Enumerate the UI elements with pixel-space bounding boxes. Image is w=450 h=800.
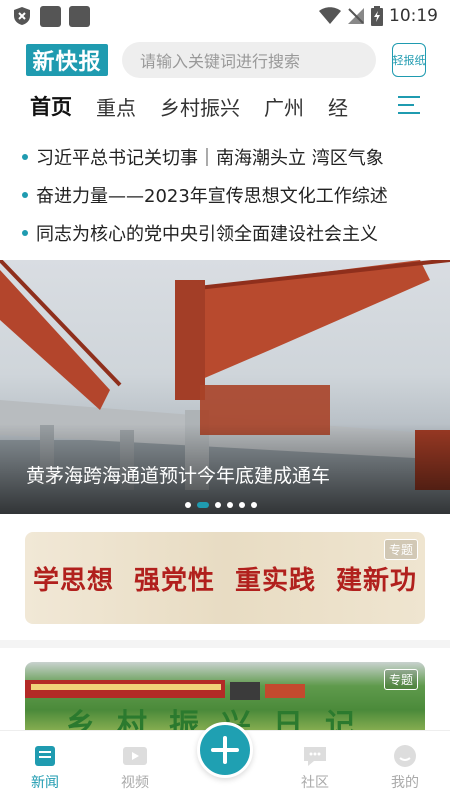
headline-text: 同志为核心的党中央引领全面建设社会主义 [36, 224, 378, 245]
chat-icon [304, 747, 326, 766]
slogan-text: 强党性 [133, 565, 215, 596]
bullet-icon [22, 230, 28, 236]
topic-badge: 专题 [383, 539, 418, 560]
plus-icon [211, 736, 239, 764]
notification-icon [40, 5, 61, 27]
menu-icon[interactable] [398, 96, 420, 114]
indicator-dot [227, 502, 233, 508]
search-input[interactable]: 请输入关键词进行搜索 [122, 42, 376, 78]
indicator-dot [251, 502, 257, 508]
app-logo[interactable]: 新快报 [26, 44, 108, 76]
indicator-dot-active [197, 502, 209, 508]
video-icon [123, 747, 147, 765]
section-divider [0, 640, 450, 648]
search-placeholder: 请输入关键词进行搜索 [140, 52, 301, 71]
carousel-indicators [185, 502, 257, 508]
headline-item[interactable]: 同志为核心的党中央引领全面建设社会主义 [22, 214, 426, 252]
notification-icon [69, 5, 90, 27]
headline-item[interactable]: 奋进力量——2023年宣传思想文化工作综述 [22, 176, 426, 214]
tab-key[interactable]: 重点 [96, 92, 136, 121]
indicator-dot [185, 502, 191, 508]
status-bar: 10:19 [0, 0, 450, 32]
news-icon [35, 746, 55, 766]
headline-list: 习近平总书记关切事｜南海潮头立 湾区气象 奋进力量——2023年宣传思想文化工作… [22, 138, 426, 252]
slogan-text: 建新功 [336, 565, 418, 596]
light-paper-button[interactable]: 轻报纸 [392, 43, 426, 77]
tab-economy[interactable]: 经 [328, 92, 348, 121]
add-post-button[interactable] [197, 722, 253, 778]
nav-news[interactable]: 新闻 [0, 731, 90, 800]
bullet-icon [22, 154, 28, 160]
tab-rural-revitalization[interactable]: 乡村振兴 [160, 92, 240, 121]
nav-label: 新闻 [31, 775, 59, 791]
topic-badge: 专题 [383, 669, 418, 690]
nav-video[interactable]: 视频 [90, 731, 180, 800]
headline-text: 习近平总书记关切事｜南海潮头立 湾区气象 [36, 148, 384, 169]
nav-label: 我的 [391, 775, 419, 791]
tab-guangzhou[interactable]: 广州 [264, 92, 304, 121]
topic-card[interactable]: 学思想 强党性 重实践 建新功 专题 [25, 532, 425, 624]
indicator-dot [239, 502, 245, 508]
nav-profile[interactable]: 我的 [360, 731, 450, 800]
indicator-dot [215, 502, 221, 508]
battery-icon [371, 6, 383, 26]
headline-text: 奋进力量——2023年宣传思想文化工作综述 [36, 186, 388, 207]
bullet-icon [22, 192, 28, 198]
nav-label: 社区 [301, 775, 329, 791]
headline-item[interactable]: 习近平总书记关切事｜南海潮头立 湾区气象 [22, 138, 426, 176]
shield-icon [14, 7, 30, 25]
nav-label: 视频 [121, 775, 149, 791]
nav-community[interactable]: 社区 [270, 731, 360, 800]
tab-home[interactable]: 首页 [28, 91, 74, 121]
banner-carousel[interactable]: 黄茅海跨海通道预计今年底建成通车 [0, 260, 450, 514]
slogan-text: 重实践 [235, 565, 317, 596]
status-time: 10:19 [389, 6, 438, 26]
app-header: 新快报 请输入关键词进行搜索 轻报纸 [0, 40, 450, 80]
slogan-text: 学思想 [32, 565, 114, 596]
profile-icon [394, 745, 416, 767]
wifi-icon [319, 7, 341, 24]
signal-icon [348, 8, 364, 24]
banner-caption: 黄茅海跨海通道预计今年底建成通车 [26, 465, 331, 487]
